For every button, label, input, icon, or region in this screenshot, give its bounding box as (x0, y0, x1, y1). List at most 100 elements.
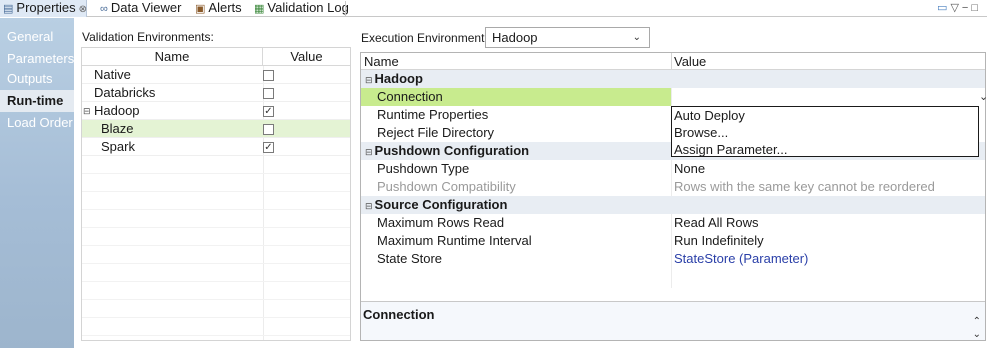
empty-row (82, 246, 350, 264)
scroll-down-icon[interactable]: ⌄ (973, 329, 981, 340)
collapse-toggle-icon[interactable]: ⊟ (365, 201, 373, 211)
env-checkbox[interactable] (263, 142, 274, 153)
open-console-icon[interactable]: ▭ (937, 2, 950, 14)
dropdown-option-auto-deploy[interactable]: Auto Deploy (672, 107, 978, 124)
env-name: Hadoop (94, 103, 140, 118)
column-header-value[interactable]: Value (674, 53, 706, 70)
empty-row (82, 210, 350, 228)
properties-table-header: Name Value (361, 53, 985, 70)
expand-toggle-icon[interactable]: ⊟ (83, 102, 91, 120)
env-checkbox[interactable] (263, 124, 274, 135)
property-value-link[interactable]: StateStore (Parameter) (674, 250, 808, 268)
dropdown-option-browse[interactable]: Browse... (672, 124, 978, 141)
tab-data-viewer[interactable]: ∞ Data Viewer (97, 0, 185, 17)
empty-row (82, 300, 350, 318)
collapse-toggle-icon[interactable]: ⊟ (365, 147, 373, 157)
property-name: Connection (377, 89, 443, 104)
table-row[interactable]: Blaze (82, 120, 350, 138)
property-description-panel: Connection ⌃ ⌄ (361, 301, 985, 340)
column-header-value[interactable]: Value (263, 48, 350, 66)
empty-row (82, 318, 350, 336)
empty-row (82, 282, 350, 300)
tab-properties-label: Properties (16, 0, 76, 15)
tab-data-viewer-label: Data Viewer (110, 0, 182, 15)
column-divider (671, 53, 672, 70)
minimize-icon[interactable]: − (962, 2, 971, 14)
view-controls: ▭▽−□ (937, 0, 981, 17)
tab-validation-log[interactable]: ▦ Validation Log (251, 0, 349, 17)
group-name: Source Configuration (374, 197, 508, 212)
property-row[interactable]: Pushdown Type None (361, 160, 985, 178)
env-name: Databricks (94, 85, 156, 100)
env-checkbox[interactable] (263, 106, 274, 117)
tab-properties[interactable]: ▤ Properties ⊗ (0, 0, 87, 17)
nav-item-load-order[interactable]: Load Order (0, 112, 74, 134)
validation-environments-table: Name Value Native Databricks ⊟ Hadoop Bl… (81, 47, 351, 341)
group-row-source[interactable]: ⊟ Source Configuration (361, 196, 985, 214)
env-name: Spark (101, 139, 135, 154)
empty-row (82, 174, 350, 192)
close-tab-icon[interactable]: ⊗ (79, 4, 87, 15)
column-header-name[interactable]: Name (82, 48, 263, 66)
connection-dropdown-list: Auto Deploy Browse... Assign Parameter..… (671, 106, 979, 157)
property-row: Pushdown Compatibility Rows with the sam… (361, 178, 985, 196)
property-name: Reject File Directory (377, 125, 495, 140)
dropdown-option-assign-parameter[interactable]: Assign Parameter... (672, 141, 978, 158)
view-tab-bar: ▤ Properties ⊗ ∞ Data Viewer ▣ Alerts ▦ Valid… (0, 0, 987, 17)
view-menu-icon[interactable]: ▽ (950, 2, 961, 14)
chevron-down-icon[interactable]: ⌄ (633, 28, 641, 47)
property-row[interactable]: Maximum Runtime Interval Run Indefinitel… (361, 232, 985, 250)
execution-environment-label: Execution Environment: (361, 31, 488, 45)
runtime-properties-table: Name Value ⊟ Hadoop Connection ⌄ Runtime … (360, 52, 987, 341)
property-row[interactable]: State Store StateStore (Parameter) (361, 250, 985, 268)
execution-environment-value: Hadoop (492, 30, 538, 45)
group-name: Hadoop (374, 71, 423, 86)
tab-divider (345, 1, 346, 16)
property-name: Pushdown Compatibility (377, 179, 516, 194)
validation-table-header: Name Value (82, 48, 350, 66)
properties-icon: ▤ (3, 3, 14, 15)
property-row[interactable]: Maximum Rows Read Read All Rows (361, 214, 985, 232)
empty-row (82, 156, 350, 174)
property-row-connection[interactable]: Connection ⌄ (361, 88, 987, 106)
nav-item-general[interactable]: General (0, 26, 74, 48)
table-row[interactable]: Databricks (82, 84, 350, 102)
table-row[interactable]: Spark (82, 138, 350, 156)
empty-row (82, 264, 350, 282)
property-name: State Store (377, 251, 443, 266)
chevron-down-icon[interactable]: ⌄ (979, 88, 987, 106)
execution-environment-select[interactable]: Hadoop ⌄ (485, 27, 650, 48)
property-name: Maximum Runtime Interval (377, 233, 532, 248)
column-header-name[interactable]: Name (364, 53, 399, 70)
property-name: Runtime Properties (377, 107, 489, 122)
table-row[interactable]: ⊟ Hadoop (82, 102, 350, 120)
property-value: Rows with the same key cannot be reorder… (674, 179, 935, 194)
group-row-hadoop[interactable]: ⊟ Hadoop (361, 70, 985, 88)
env-name: Native (94, 67, 131, 82)
property-value[interactable]: None (674, 160, 705, 178)
nav-item-run-time[interactable]: Run-time (0, 90, 74, 112)
empty-row (82, 228, 350, 246)
env-name: Blaze (101, 121, 134, 136)
maximize-icon[interactable]: □ (971, 2, 981, 14)
alerts-icon: ▣ (195, 3, 206, 15)
env-checkbox[interactable] (263, 88, 274, 99)
property-value[interactable]: Run Indefinitely (674, 232, 764, 250)
tab-alerts[interactable]: ▣ Alerts (192, 0, 244, 17)
property-name: Pushdown Type (377, 161, 470, 176)
tab-alerts-label: Alerts (208, 0, 242, 15)
validation-environments-label: Validation Environments: (82, 30, 214, 44)
empty-row (82, 192, 350, 210)
data-viewer-icon: ∞ (100, 3, 108, 15)
description-title: Connection (363, 307, 435, 322)
env-checkbox[interactable] (263, 70, 274, 81)
scroll-up-icon[interactable]: ⌃ (973, 316, 981, 327)
nav-item-parameters[interactable]: Parameters (0, 48, 74, 70)
property-value[interactable]: Read All Rows (674, 214, 759, 232)
collapse-toggle-icon[interactable]: ⊟ (365, 75, 373, 85)
nav-item-outputs[interactable]: Outputs (0, 68, 74, 90)
property-name: Maximum Rows Read (377, 215, 505, 230)
validation-log-icon: ▦ (254, 3, 265, 15)
table-row[interactable]: Native (82, 66, 350, 84)
tab-validation-log-label: Validation Log (267, 0, 349, 15)
